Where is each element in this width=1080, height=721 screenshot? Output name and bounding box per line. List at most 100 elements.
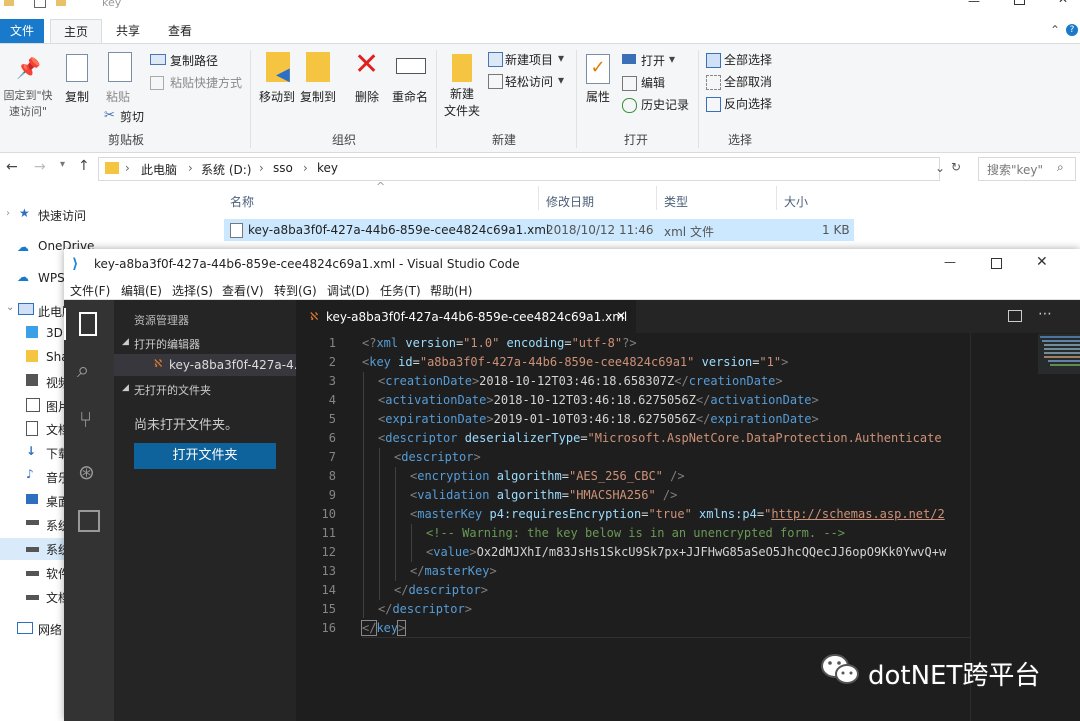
open-folder-button[interactable]: 打开文件夹 — [134, 443, 276, 469]
minimize-icon[interactable]: — — [968, 0, 980, 8]
explorer-files-icon[interactable] — [79, 312, 97, 336]
search-icon[interactable]: ⌕ — [1057, 160, 1064, 175]
menu-tasks[interactable]: 任务(T) — [380, 282, 421, 299]
tab-share[interactable]: 共享 — [108, 19, 148, 43]
menu-view[interactable]: 查看(V) — [222, 282, 264, 299]
help-icon[interactable]: ? — [1066, 24, 1078, 36]
chevron-down-icon[interactable]: ▾ — [558, 73, 564, 87]
menu-file[interactable]: 文件(F) — [70, 282, 110, 299]
menu-help[interactable]: 帮助(H) — [430, 282, 472, 299]
minimize-icon[interactable]: — — [944, 255, 956, 269]
split-editor-icon[interactable] — [1008, 310, 1022, 322]
search-icon[interactable]: ⌕ — [77, 358, 89, 383]
tab-file[interactable]: 文件 — [0, 19, 44, 43]
breadcrumb-this-pc[interactable]: 此电脑 — [141, 161, 177, 178]
paste-button[interactable]: 粘贴 — [100, 88, 136, 105]
select-none-button[interactable]: 全部取消 — [724, 73, 772, 90]
code-line[interactable]: <descriptor deserializerType="Microsoft.… — [362, 429, 970, 448]
source-control-icon[interactable]: ⑂ — [79, 408, 92, 433]
menu-selection[interactable]: 选择(S) — [172, 282, 213, 299]
nav-quick-access[interactable]: 快速访问 — [38, 207, 86, 224]
code-line[interactable]: <masterKey p4:requiresEncryption="true" … — [362, 505, 970, 524]
column-name[interactable]: 名称 — [230, 193, 254, 210]
close-icon[interactable]: ✕ — [616, 309, 626, 323]
code-line[interactable]: <key id="a8ba3f0f-427a-44b6-859e-cee4824… — [362, 353, 788, 372]
easy-access-button[interactable]: 轻松访问 — [505, 73, 553, 90]
chevron-up-icon[interactable]: ⌃ — [1050, 23, 1060, 37]
chevron-down-icon[interactable]: ⌄ — [6, 302, 14, 313]
open-button[interactable]: 打开 — [641, 52, 665, 69]
code-line[interactable]: <activationDate>2018-10-12T03:46:18.6275… — [362, 391, 819, 410]
menu-debug[interactable]: 调试(D) — [327, 282, 370, 299]
properties-button[interactable]: 属性 — [580, 88, 616, 105]
pin-quick-access-button[interactable]: 固定到"快速访问" — [0, 88, 56, 120]
extensions-icon[interactable] — [78, 510, 100, 532]
checkbox-icon[interactable] — [34, 0, 46, 8]
open-editors-section[interactable]: 打开的编辑器 — [134, 336, 200, 352]
cut-button[interactable]: 剪切 — [120, 108, 144, 125]
chevron-down-icon[interactable]: ⌄ — [935, 161, 945, 175]
edit-button[interactable]: 编辑 — [641, 74, 665, 91]
breadcrumb-sso[interactable]: sso — [273, 161, 293, 175]
chevron-right-icon[interactable]: › — [6, 208, 10, 219]
column-date[interactable]: 修改日期 — [546, 193, 594, 210]
menu-edit[interactable]: 编辑(E) — [121, 282, 162, 299]
forward-icon[interactable]: → — [34, 159, 46, 175]
invert-selection-button[interactable]: 反向选择 — [724, 95, 772, 112]
code-line[interactable]: <?xml version="1.0" encoding="utf-8"?> — [362, 334, 637, 353]
nav-network[interactable]: 网络 — [38, 621, 62, 638]
code-line[interactable]: </key> — [360, 619, 407, 638]
tab-home[interactable]: 主页 — [50, 19, 102, 44]
chevron-down-icon[interactable]: ▾ — [558, 51, 564, 65]
file-row[interactable]: key-a8ba3f0f-427a-44b6-859e-cee4824c69a1… — [224, 219, 854, 241]
maximize-icon[interactable] — [1014, 0, 1025, 5]
chevron-down-icon[interactable]: ▾ — [60, 159, 65, 170]
chevron-down-icon[interactable]: ◢ — [122, 383, 129, 393]
address-bar[interactable]: › 此电脑 › 系统 (D:) › sso › key ⌄ ↻ — [98, 157, 961, 181]
code-line[interactable]: <validation algorithm="HMACSHA256" /> — [362, 486, 677, 505]
new-item-button[interactable]: 新建项目 — [505, 51, 553, 68]
copy-to-button[interactable]: 复制到 — [296, 88, 340, 105]
close-icon[interactable]: ✕ — [1036, 254, 1048, 270]
nav-wps[interactable]: WPS — [38, 271, 65, 285]
code-line[interactable]: </descriptor> — [362, 581, 488, 600]
no-folder-section[interactable]: 无打开的文件夹 — [134, 382, 211, 398]
select-all-button[interactable]: 全部选择 — [724, 51, 772, 68]
column-size[interactable]: 大小 — [784, 193, 808, 210]
copy-path-button[interactable]: 复制路径 — [170, 52, 218, 69]
chevron-down-icon[interactable]: ▾ — [669, 52, 675, 66]
rename-button[interactable]: 重命名 — [388, 88, 432, 105]
close-icon[interactable]: ✕ — [1058, 0, 1068, 6]
debug-icon[interactable]: ⊛ — [78, 460, 95, 484]
maximize-icon[interactable] — [991, 258, 1002, 269]
code-line[interactable]: <creationDate>2018-10-12T03:46:18.658307… — [362, 372, 783, 391]
history-button[interactable]: 历史记录 — [641, 96, 689, 113]
breadcrumb-key[interactable]: key — [317, 161, 338, 175]
breadcrumb-drive[interactable]: 系统 (D:) — [201, 161, 251, 178]
open-editor-item[interactable]: ℵ key-a8ba3f0f-427a-4... — [114, 354, 305, 376]
menu-go[interactable]: 转到(G) — [274, 282, 317, 299]
editor-tab[interactable]: ℵ key-a8ba3f0f-427a-44b6-859e-cee4824c69… — [296, 300, 636, 333]
code-line[interactable]: </descriptor> — [362, 600, 472, 619]
code-line[interactable]: <expirationDate>2019-01-10T03:46:18.6275… — [362, 410, 819, 429]
tab-view[interactable]: 查看 — [160, 19, 200, 43]
paste-shortcut-button[interactable]: 粘贴快捷方式 — [170, 74, 242, 91]
chevron-down-icon[interactable]: ◢ — [122, 337, 129, 347]
copy-button[interactable]: 复制 — [60, 88, 94, 105]
move-to-button[interactable]: 移动到 — [254, 88, 300, 105]
new-folder-button[interactable]: 新建 文件夹 — [440, 86, 484, 120]
delete-button[interactable]: 删除 — [350, 88, 384, 105]
code-line[interactable]: <descriptor> — [362, 448, 481, 467]
code-line[interactable]: <!-- Warning: the key below is in an une… — [362, 524, 845, 543]
column-type[interactable]: 类型 — [664, 193, 688, 210]
nav-3d[interactable]: 3D — [46, 326, 63, 340]
minimap[interactable] — [1038, 334, 1080, 374]
more-actions-icon[interactable]: ⋯ — [1038, 306, 1052, 322]
refresh-icon[interactable]: ↻ — [951, 160, 961, 174]
back-icon[interactable]: ← — [6, 159, 18, 175]
search-input[interactable]: 搜索"key" — [987, 161, 1043, 178]
up-arrow-icon[interactable]: ↑ — [78, 158, 90, 174]
code-line[interactable]: <value>Ox2dMJXhI/m83JsHs1SkcU9Sk7px+JJFH… — [362, 543, 970, 562]
code-line[interactable]: </masterKey> — [362, 562, 497, 581]
code-line[interactable]: <encryption algorithm="AES_256_CBC" /> — [362, 467, 685, 486]
